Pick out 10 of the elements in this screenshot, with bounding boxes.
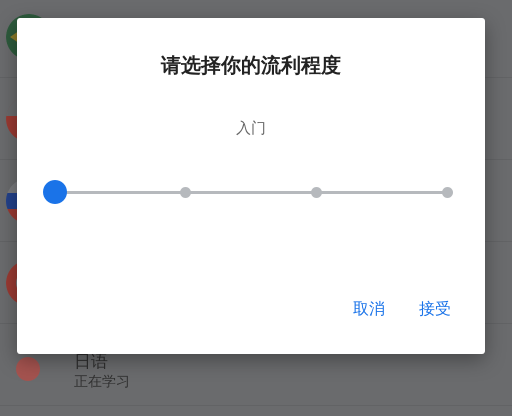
cancel-button[interactable]: 取消 — [341, 293, 397, 326]
language-status: 正在学习 — [74, 373, 130, 391]
flag-icon — [16, 356, 40, 380]
slider-thumb[interactable] — [43, 180, 67, 204]
accept-button[interactable]: 接受 — [407, 293, 463, 326]
tick-mark — [310, 186, 322, 198]
tick-mark — [442, 186, 452, 198]
dialog-title: 请选择你的流利程度 — [161, 52, 341, 79]
level-label: 入门 — [236, 119, 266, 138]
tick-mark — [180, 186, 192, 198]
